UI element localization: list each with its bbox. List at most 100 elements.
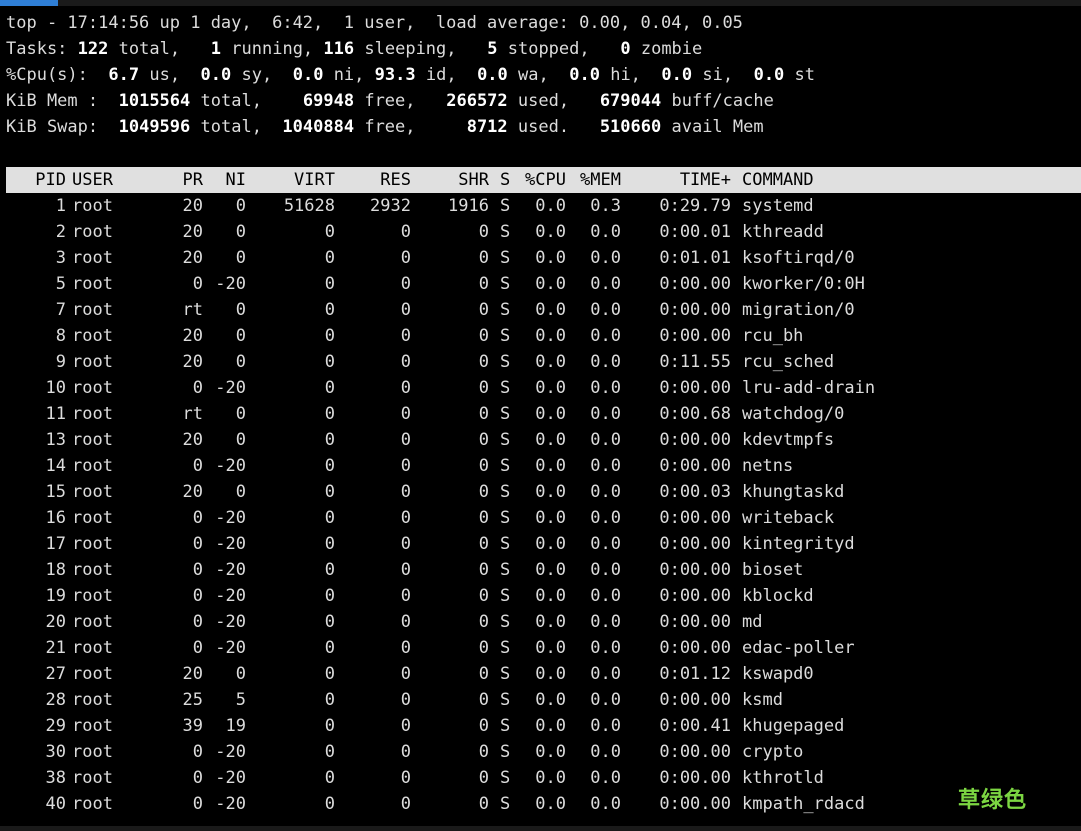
swap-total-label: total, bbox=[200, 117, 262, 137]
cell-state: S bbox=[500, 690, 511, 710]
cell-time: 0:00.00 bbox=[659, 430, 731, 450]
cell-ni: -20 bbox=[215, 378, 246, 398]
cell-ni: -20 bbox=[215, 560, 246, 580]
cell-shr: 0 bbox=[478, 664, 489, 684]
cell-state: S bbox=[500, 716, 511, 736]
cell-pr: 0 bbox=[192, 586, 203, 606]
swap-label: KiB Swap: bbox=[6, 117, 99, 137]
cpu-sy-label: sy, bbox=[241, 65, 273, 85]
cell-mem: 0.0 bbox=[590, 508, 621, 528]
tasks-zombie: 0 bbox=[620, 39, 631, 59]
cell-cpu: 0.0 bbox=[535, 456, 566, 476]
window-top-strip bbox=[0, 0, 1081, 6]
cell-cpu: 0.0 bbox=[535, 326, 566, 346]
mem-free: 69948 bbox=[302, 91, 355, 111]
mem-free-label: free, bbox=[364, 91, 416, 111]
cell-res: 0 bbox=[400, 794, 411, 814]
cpu-si-label: si, bbox=[702, 65, 734, 85]
cell-cpu: 0.0 bbox=[535, 274, 566, 294]
cell-pid: 7 bbox=[55, 300, 66, 320]
cell-shr: 0 bbox=[478, 612, 489, 632]
cell-cpu: 0.0 bbox=[535, 248, 566, 268]
cell-ni: -20 bbox=[215, 794, 246, 814]
cell-cpu: 0.0 bbox=[535, 742, 566, 762]
cell-res: 0 bbox=[400, 664, 411, 684]
cell-res: 0 bbox=[400, 430, 411, 450]
tasks-line: Tasks: 122 total, 1 running, 116 sleepin… bbox=[6, 36, 702, 62]
cell-state: S bbox=[500, 274, 511, 294]
cell-command: systemd bbox=[742, 196, 814, 216]
cell-virt: 0 bbox=[324, 716, 335, 736]
cell-command: lru-add-drain bbox=[742, 378, 876, 398]
cell-state: S bbox=[500, 560, 511, 580]
mem-label: KiB Mem : bbox=[6, 91, 99, 111]
cell-state: S bbox=[500, 300, 511, 320]
cell-pid: 1 bbox=[55, 196, 66, 216]
cell-pr: 0 bbox=[192, 638, 203, 658]
column-header-ni: NI bbox=[225, 170, 246, 190]
cell-user: root bbox=[72, 456, 113, 476]
cell-virt: 0 bbox=[324, 482, 335, 502]
cell-time: 0:00.00 bbox=[659, 586, 731, 606]
mem-total-label: total, bbox=[200, 91, 262, 111]
cell-shr: 0 bbox=[478, 482, 489, 502]
cell-res: 0 bbox=[400, 534, 411, 554]
cell-pid: 11 bbox=[45, 404, 66, 424]
cell-cpu: 0.0 bbox=[535, 352, 566, 372]
cell-user: root bbox=[72, 690, 113, 710]
cell-state: S bbox=[500, 430, 511, 450]
cell-res: 0 bbox=[400, 508, 411, 528]
table-row: 16 root 0 -20 0 0 0 S 0.0 0.0 0:00.00 writeback bbox=[6, 505, 1081, 531]
cell-pid: 38 bbox=[45, 768, 66, 788]
cell-user: root bbox=[72, 534, 113, 554]
cell-virt: 0 bbox=[324, 352, 335, 372]
cell-mem: 0.0 bbox=[590, 404, 621, 424]
table-row: 13 root 20 0 0 0 0 S 0.0 0.0 0:00.00 kdevtmpfs bbox=[6, 427, 1081, 453]
column-header-state: S bbox=[500, 170, 511, 190]
cell-mem: 0.0 bbox=[590, 456, 621, 476]
cell-ni: -20 bbox=[215, 274, 246, 294]
watermark: 草绿色 bbox=[958, 788, 1028, 813]
cell-virt: 0 bbox=[324, 248, 335, 268]
column-header-pid: PID bbox=[35, 170, 66, 190]
cell-user: root bbox=[72, 196, 113, 216]
cpu-ni: 0.0 bbox=[292, 65, 324, 85]
cell-res: 0 bbox=[400, 612, 411, 632]
swap-free-label: free, bbox=[364, 117, 416, 137]
tasks-stopped-label: stopped, bbox=[507, 39, 590, 59]
mem-line: KiB Mem : 1015564 total, 69948 free, 266… bbox=[6, 88, 774, 114]
cell-ni: -20 bbox=[215, 742, 246, 762]
cell-pr: 0 bbox=[192, 794, 203, 814]
cell-pid: 17 bbox=[45, 534, 66, 554]
cpu-si: 0.0 bbox=[661, 65, 693, 85]
cell-pr: 20 bbox=[182, 222, 203, 242]
table-row: 10 root 0 -20 0 0 0 S 0.0 0.0 0:00.00 lru-add-drain bbox=[6, 375, 1081, 401]
cell-user: root bbox=[72, 430, 113, 450]
cell-res: 0 bbox=[400, 456, 411, 476]
active-tab-indicator[interactable] bbox=[0, 0, 58, 6]
cell-time: 0:00.00 bbox=[659, 612, 731, 632]
cell-time: 0:00.00 bbox=[659, 534, 731, 554]
cell-cpu: 0.0 bbox=[535, 664, 566, 684]
cell-user: root bbox=[72, 638, 113, 658]
column-header-user: USER bbox=[72, 170, 113, 190]
mem-used-label: used, bbox=[517, 91, 570, 111]
cell-time: 0:00.00 bbox=[659, 326, 731, 346]
swap-total: 1049596 bbox=[118, 117, 191, 137]
cell-ni: 0 bbox=[235, 222, 246, 242]
cell-cpu: 0.0 bbox=[535, 430, 566, 450]
cpu-hi-label: hi, bbox=[610, 65, 641, 85]
cell-command: migration/0 bbox=[742, 300, 855, 320]
cell-virt: 0 bbox=[324, 534, 335, 554]
swap-used-label: used. bbox=[517, 117, 570, 137]
cpu-id: 93.3 bbox=[374, 65, 416, 85]
table-row: 18 root 0 -20 0 0 0 S 0.0 0.0 0:00.00 bioset bbox=[6, 557, 1081, 583]
cell-res: 0 bbox=[400, 378, 411, 398]
cell-cpu: 0.0 bbox=[535, 716, 566, 736]
cell-time: 0:00.00 bbox=[659, 638, 731, 658]
cell-mem: 0.0 bbox=[590, 482, 621, 502]
cell-shr: 0 bbox=[478, 326, 489, 346]
cell-state: S bbox=[500, 248, 511, 268]
cell-cpu: 0.0 bbox=[535, 300, 566, 320]
cell-res: 0 bbox=[400, 690, 411, 710]
